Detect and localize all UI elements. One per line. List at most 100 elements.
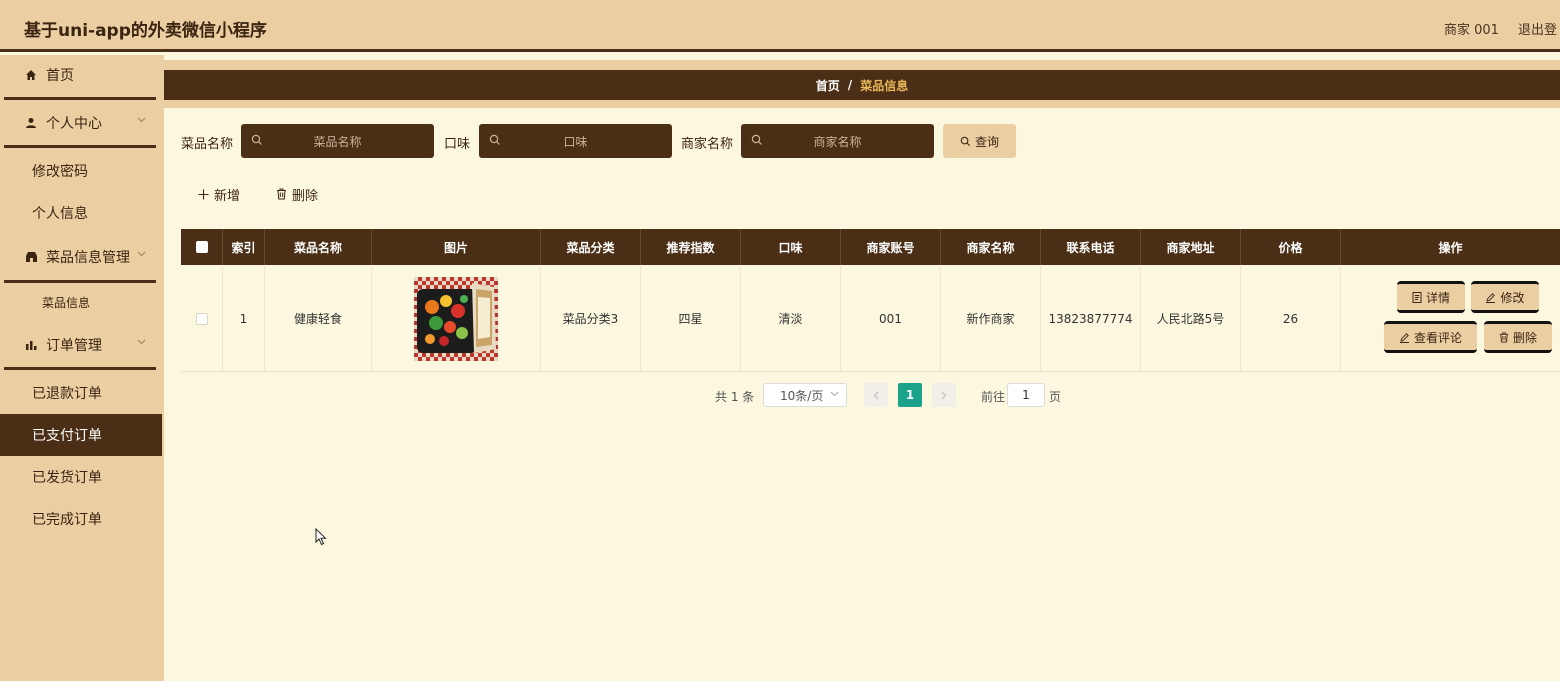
table-row: 1 健康轻食 菜品分类3 四星 清淡 001 新作商家 13823877774 … — [181, 265, 1560, 372]
taste-cell: 清淡 — [741, 265, 841, 372]
sidebar-item-label: 修改密码 — [32, 164, 88, 180]
row-select-cell[interactable] — [181, 265, 223, 372]
breadcrumb-home[interactable]: 首页 — [816, 77, 840, 94]
current-user: 商家 001 — [1444, 23, 1499, 38]
sidebar-item-personal-info[interactable]: 个人信息 — [0, 192, 162, 234]
add-button-label: 新增 — [214, 188, 241, 204]
sidebar-item-dish-management[interactable]: 菜品信息管理 — [4, 237, 156, 277]
chevron-right-icon — [941, 391, 947, 399]
address-cell: 人民北路5号 — [1141, 265, 1241, 372]
plus-icon — [198, 189, 209, 199]
row-delete-button[interactable]: 删除 — [1484, 321, 1552, 353]
chevron-down-icon — [830, 389, 839, 400]
column-header: 索引 — [223, 229, 265, 265]
page-size-value: 10条/页 — [780, 388, 824, 403]
detail-button[interactable]: 详情 — [1397, 281, 1465, 313]
sidebar-divider — [4, 367, 156, 370]
prev-page-button[interactable] — [864, 383, 888, 407]
category-cell: 菜品分类3 — [541, 265, 641, 372]
sidebar-item-completed-orders[interactable]: 已完成订单 — [0, 498, 162, 540]
column-header: 菜品分类 — [541, 229, 641, 265]
sidebar-item-label: 订单管理 — [46, 338, 102, 354]
column-header: 联系电话 — [1041, 229, 1141, 265]
table-header: 索引 菜品名称 图片 菜品分类 推荐指数 口味 商家账号 商家名称 联系电话 商… — [181, 229, 1560, 265]
detail-button-label: 详情 — [1425, 290, 1450, 305]
select-all-cell[interactable] — [181, 229, 223, 265]
sidebar-divider — [4, 145, 156, 148]
dish-name-label: 菜品名称 — [181, 137, 234, 152]
taste-placeholder: 口味 — [563, 134, 588, 149]
next-page-button[interactable] — [932, 383, 956, 407]
chevron-down-icon — [137, 249, 146, 260]
merchant-name-cell: 新作商家 — [941, 265, 1041, 372]
breadcrumb-bar: 首页 / 菜品信息 — [164, 60, 1560, 108]
image-cell — [372, 265, 541, 372]
column-header: 图片 — [372, 229, 541, 265]
sidebar-item-label: 已发货订单 — [32, 470, 102, 486]
trash-icon — [1499, 332, 1509, 342]
sidebar-item-personal-center[interactable]: 个人中心 — [4, 103, 156, 143]
chevron-left-icon — [873, 391, 879, 399]
column-header: 口味 — [741, 229, 841, 265]
sidebar-item-paid-orders[interactable]: 已支付订单 — [0, 414, 162, 456]
price-cell: 26 — [1241, 265, 1341, 372]
user-icon — [24, 117, 38, 129]
sidebar-item-label: 已支付订单 — [32, 428, 102, 444]
recommend-cell: 四星 — [641, 265, 741, 372]
add-button[interactable]: 新增 — [198, 184, 240, 204]
sidebar-item-label: 个人中心 — [46, 116, 102, 132]
sidebar-item-dish-info[interactable]: 菜品信息 — [0, 281, 162, 323]
batch-delete-button[interactable]: 删除 — [276, 184, 318, 204]
dish-image[interactable] — [414, 276, 498, 361]
column-header: 菜品名称 — [265, 229, 372, 265]
search-icon — [960, 136, 970, 146]
sidebar-item-label: 已退款订单 — [32, 386, 102, 402]
sidebar-item-label: 菜品信息 — [42, 295, 91, 310]
phone-cell: 13823877774 — [1041, 265, 1141, 372]
column-header: 价格 — [1241, 229, 1341, 265]
sidebar-divider — [4, 97, 156, 100]
app-title: 基于uni-app的外卖微信小程序 — [24, 21, 267, 41]
page-size-select[interactable]: 10条/页 — [763, 383, 847, 407]
merchant-name-label: 商家名称 — [681, 137, 734, 152]
view-reviews-button[interactable]: 查看评论 — [1384, 321, 1477, 353]
merchant-name-placeholder: 商家名称 — [813, 134, 862, 149]
breadcrumb-separator: / — [847, 78, 853, 92]
row-checkbox[interactable] — [195, 312, 208, 325]
taste-label: 口味 — [444, 137, 471, 152]
edit-icon — [1486, 292, 1496, 303]
sidebar-item-refunded-orders[interactable]: 已退款订单 — [0, 372, 162, 414]
home-icon — [24, 69, 38, 81]
merchant-account-cell: 001 — [841, 265, 941, 372]
goto-page-input[interactable]: 1 — [1007, 383, 1045, 407]
sidebar-item-change-password[interactable]: 修改密码 — [0, 150, 162, 192]
column-header: 推荐指数 — [641, 229, 741, 265]
breadcrumb: 首页 / 菜品信息 — [164, 70, 1560, 100]
store-icon — [24, 251, 38, 263]
dish-name-input[interactable]: 菜品名称 — [241, 124, 434, 158]
column-header: 操作 — [1438, 240, 1463, 255]
bar-chart-icon — [24, 339, 38, 351]
search-icon — [751, 134, 763, 149]
query-button[interactable]: 查询 — [943, 124, 1016, 158]
sidebar-item-home[interactable]: 首页 — [4, 55, 156, 95]
taste-input[interactable]: 口味 — [479, 124, 672, 158]
breadcrumb-current: 菜品信息 — [860, 78, 909, 93]
chevron-down-icon — [137, 337, 146, 348]
trash-icon — [277, 188, 286, 200]
column-header: 商家名称 — [941, 229, 1041, 265]
page-number-current[interactable]: 1 — [898, 383, 922, 407]
logout-link[interactable]: 退出登 — [1518, 19, 1557, 38]
merchant-name-input[interactable]: 商家名称 — [741, 124, 934, 158]
search-icon — [251, 134, 263, 149]
sidebar: 首页 个人中心 修改密码 个人信息 菜品信息管理 菜品信息 订单管理 已退款订单… — [0, 55, 164, 681]
select-all-checkbox[interactable] — [195, 241, 208, 253]
page-suffix: 页 — [1049, 390, 1062, 404]
edit-icon — [1399, 332, 1409, 343]
sidebar-item-shipped-orders[interactable]: 已发货订单 — [0, 456, 162, 498]
edit-button[interactable]: 修改 — [1471, 281, 1539, 313]
sidebar-item-order-management[interactable]: 订单管理 — [4, 325, 156, 365]
operations-cell: 详情 修改 查看评论 删除 — [1341, 265, 1560, 372]
index-cell: 1 — [223, 265, 265, 372]
column-header: 商家账号 — [841, 229, 941, 265]
